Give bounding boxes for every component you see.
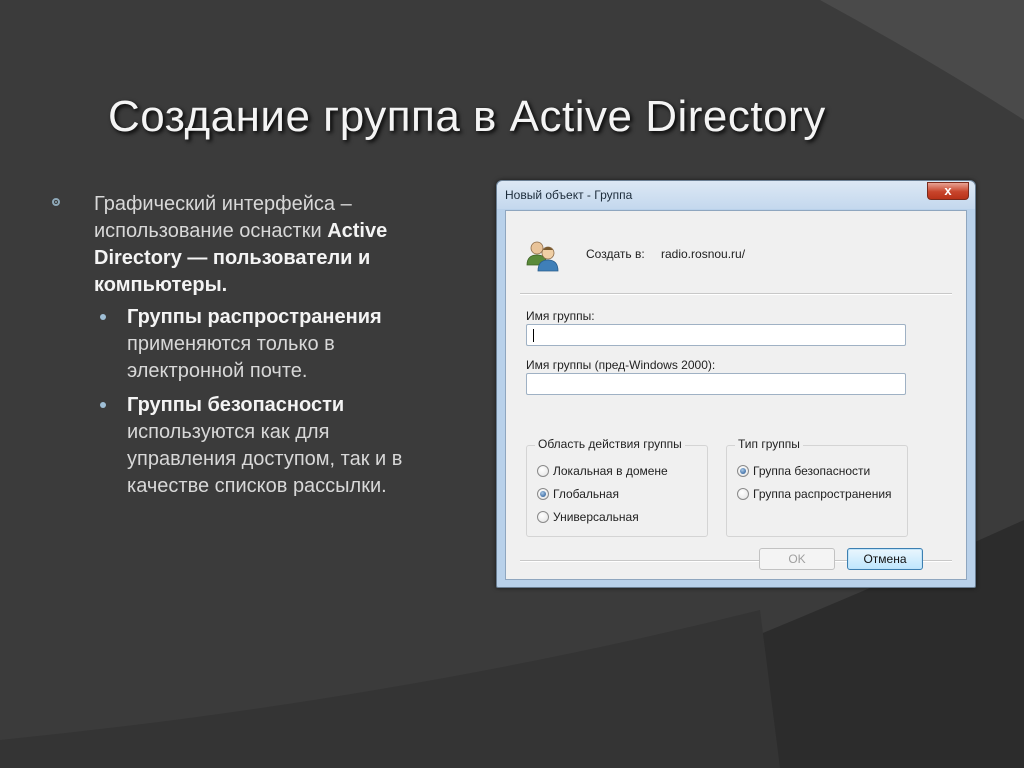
- sub-bullet-text: используются как для управления доступом…: [127, 421, 403, 497]
- slide-title: Создание группа в Active Directory: [108, 92, 826, 141]
- dialog-body: Создать в: radio.rosnou.ru/ Имя группы: …: [505, 210, 967, 580]
- bullet-main-text: Графический интерфейса – использование о…: [94, 193, 352, 242]
- group-name-label: Имя группы:: [526, 309, 595, 323]
- sub-bullet-bold: Группы безопасности: [127, 394, 345, 416]
- dialog-titlebar[interactable]: Новый объект - Группа x: [497, 181, 975, 209]
- radio-button[interactable]: [537, 465, 549, 477]
- group-name-pre2000-input[interactable]: [526, 373, 906, 395]
- radio-button-selected[interactable]: [537, 488, 549, 500]
- dialog-title: Новый объект - Группа: [505, 188, 633, 202]
- bullet-dot-icon: [100, 402, 106, 408]
- radio-button-selected[interactable]: [737, 465, 749, 477]
- users-group-icon: [526, 241, 559, 272]
- close-button[interactable]: x: [927, 182, 969, 200]
- group-name-input[interactable]: [526, 324, 906, 346]
- new-group-dialog: Новый объект - Группа x Создать в: radio…: [496, 180, 976, 588]
- bullet-dot-icon: [100, 314, 106, 320]
- group-type-box: Тип группы Группа безопасности Группа ра…: [726, 437, 908, 537]
- create-in-label: Создать в:: [586, 247, 645, 261]
- group-type-legend: Тип группы: [735, 437, 803, 451]
- radio-label: Универсальная: [553, 510, 639, 524]
- radio-label: Группа распространения: [753, 487, 892, 501]
- group-scope-legend: Область действия группы: [535, 437, 685, 451]
- bullet-circle-icon: [52, 198, 60, 206]
- radio-button[interactable]: [737, 488, 749, 500]
- sub-bullet-bold: Группы распространения: [127, 306, 382, 328]
- ok-button[interactable]: OK: [759, 548, 835, 570]
- bullet-main: Графический интерфейса – использование о…: [52, 191, 432, 299]
- sub-bullet-security: Группы безопасности используются как для…: [100, 392, 440, 500]
- group-scope-box: Область действия группы Локальная в доме…: [526, 437, 708, 537]
- cancel-button[interactable]: Отмена: [847, 548, 923, 570]
- radio-label: Глобальная: [553, 487, 619, 501]
- sub-bullet-distribution: Группы распространения применяются тольк…: [100, 304, 440, 385]
- sub-bullet-text: применяются только в электронной почте.: [127, 333, 335, 382]
- radio-label: Группа безопасности: [753, 464, 871, 478]
- radio-label: Локальная в домене: [553, 464, 668, 478]
- radio-button[interactable]: [537, 511, 549, 523]
- group-name-pre2000-label: Имя группы (пред-Windows 2000):: [526, 358, 716, 372]
- create-in-path: radio.rosnou.ru/: [661, 247, 746, 261]
- text-cursor: [533, 329, 534, 342]
- divider: [520, 293, 952, 295]
